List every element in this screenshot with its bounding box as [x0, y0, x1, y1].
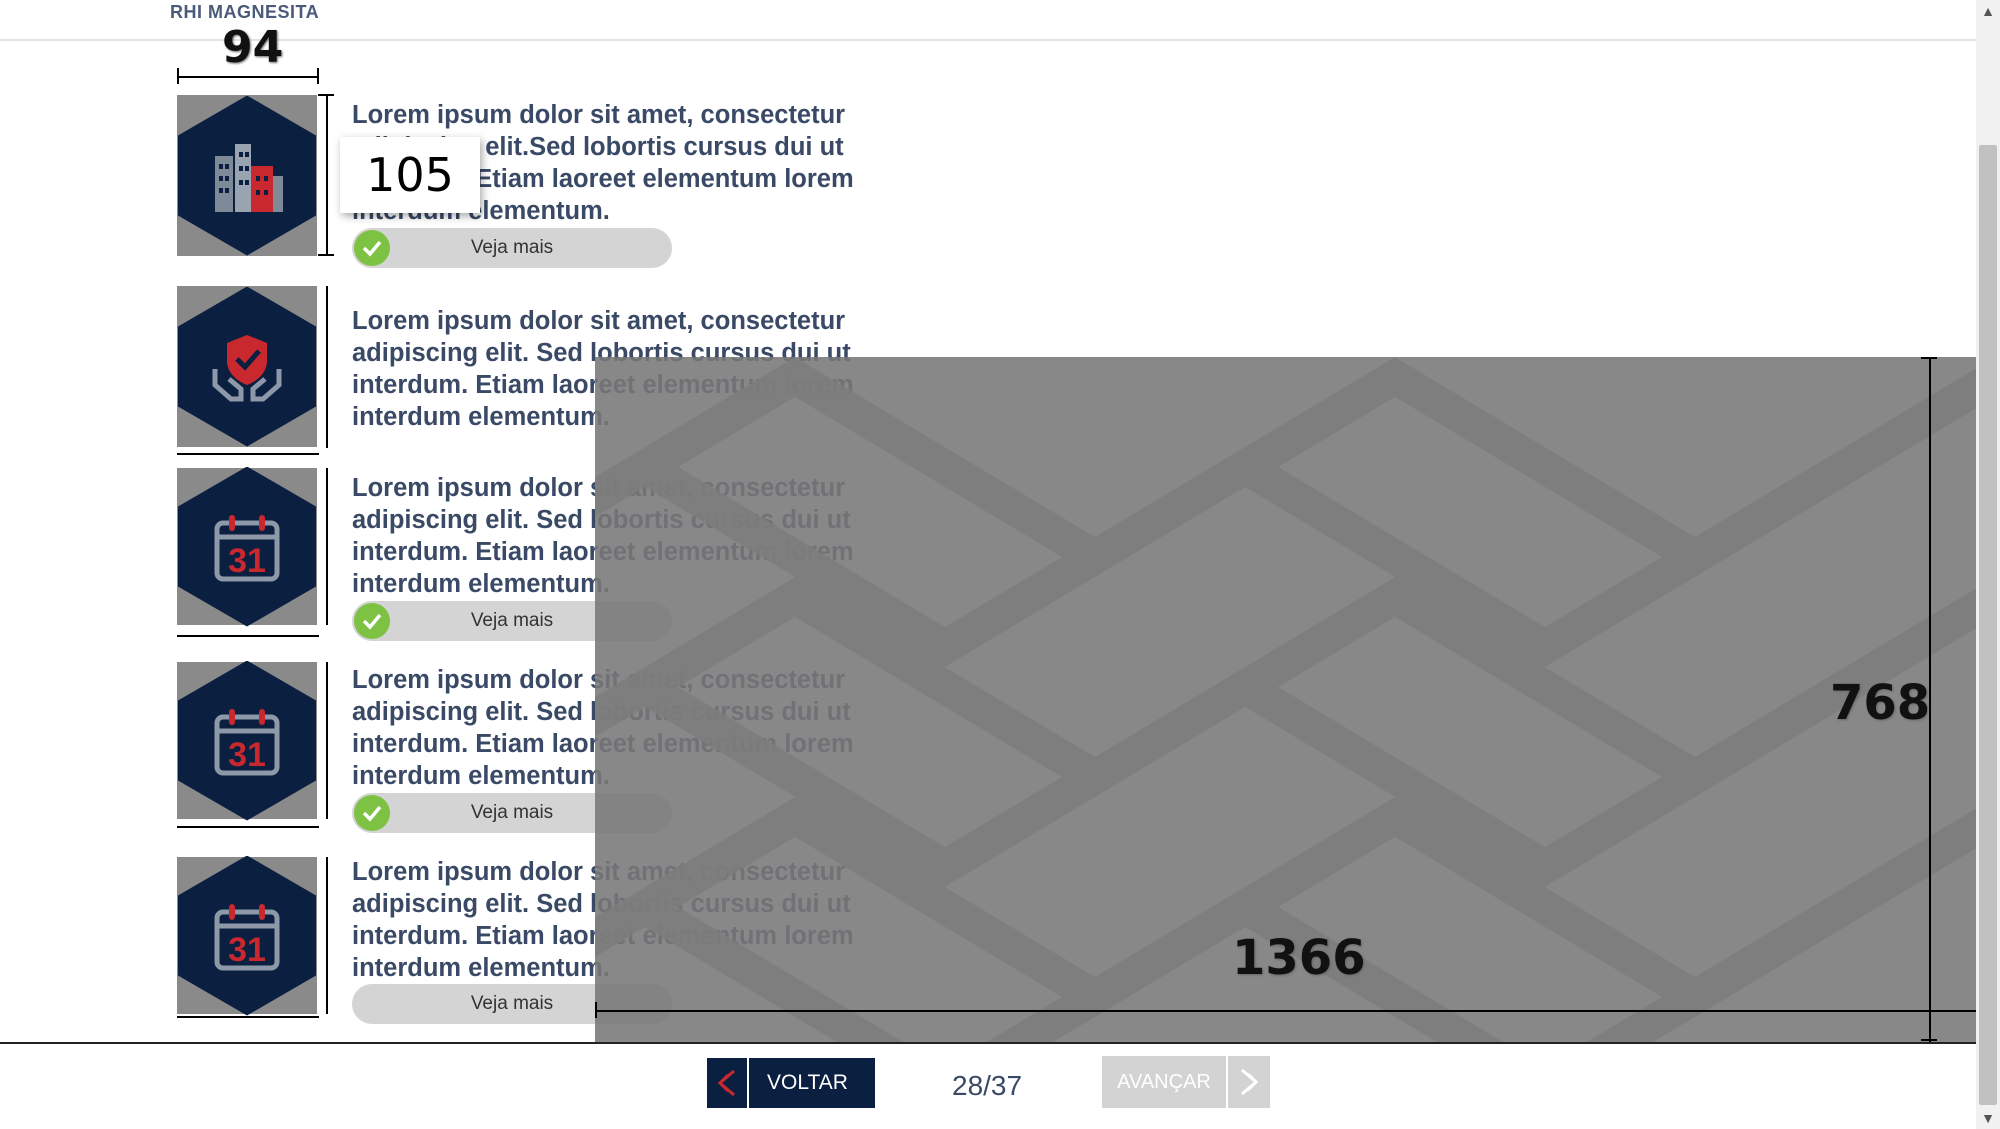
icon-frame: 31: [177, 660, 317, 821]
veja-mais-button[interactable]: Veja mais: [352, 228, 672, 268]
check-icon: [354, 603, 390, 639]
button-label: Veja mais: [470, 993, 554, 1014]
scroll-up-arrow-icon[interactable]: ▲: [1976, 0, 2000, 22]
frame-height-label: 768: [1830, 675, 1931, 731]
voltar-button[interactable]: VOLTAR: [707, 1058, 875, 1108]
header-divider: [0, 39, 1976, 41]
calendar-day: 31: [228, 931, 266, 969]
button-label: Veja mais: [470, 237, 554, 258]
scroll-thumb[interactable]: [1979, 145, 1997, 1105]
vertical-scrollbar[interactable]: ▲ ▼: [1976, 0, 2000, 1129]
shield-hands-icon: [178, 286, 316, 447]
calendar-icon: 31: [178, 466, 316, 627]
page-counter: 28/37: [952, 1070, 1023, 1101]
scroll-down-arrow-icon[interactable]: ▼: [1976, 1107, 2000, 1129]
icon-frame: 31: [177, 466, 317, 627]
width-label: 94: [222, 22, 284, 73]
frame-width-label: 1366: [1232, 930, 1366, 986]
button-label: Veja mais: [470, 802, 554, 823]
height-label: 105: [340, 137, 480, 213]
calendar-day: 31: [228, 736, 266, 774]
calendar-day: 31: [228, 542, 266, 580]
icon-frame: 31: [177, 855, 317, 1016]
chevron-right-icon: [1226, 1056, 1270, 1108]
check-icon: [354, 795, 390, 831]
brand-logo-text: RHI MAGNESITA: [170, 2, 320, 22]
icon-frame: [177, 95, 317, 256]
voltar-label: VOLTAR: [767, 1071, 848, 1094]
avancar-label: AVANÇAR: [1117, 1070, 1211, 1093]
avancar-button[interactable]: AVANÇAR: [1102, 1056, 1270, 1108]
city-buildings-icon: [178, 95, 316, 256]
footer-divider: [0, 1042, 1976, 1044]
button-label: Veja mais: [470, 610, 554, 631]
calendar-icon: 31: [178, 855, 316, 1016]
calendar-icon: 31: [178, 660, 316, 821]
check-icon: [354, 230, 390, 266]
icon-frame: [177, 286, 317, 447]
chevron-left-icon: [707, 1058, 749, 1108]
